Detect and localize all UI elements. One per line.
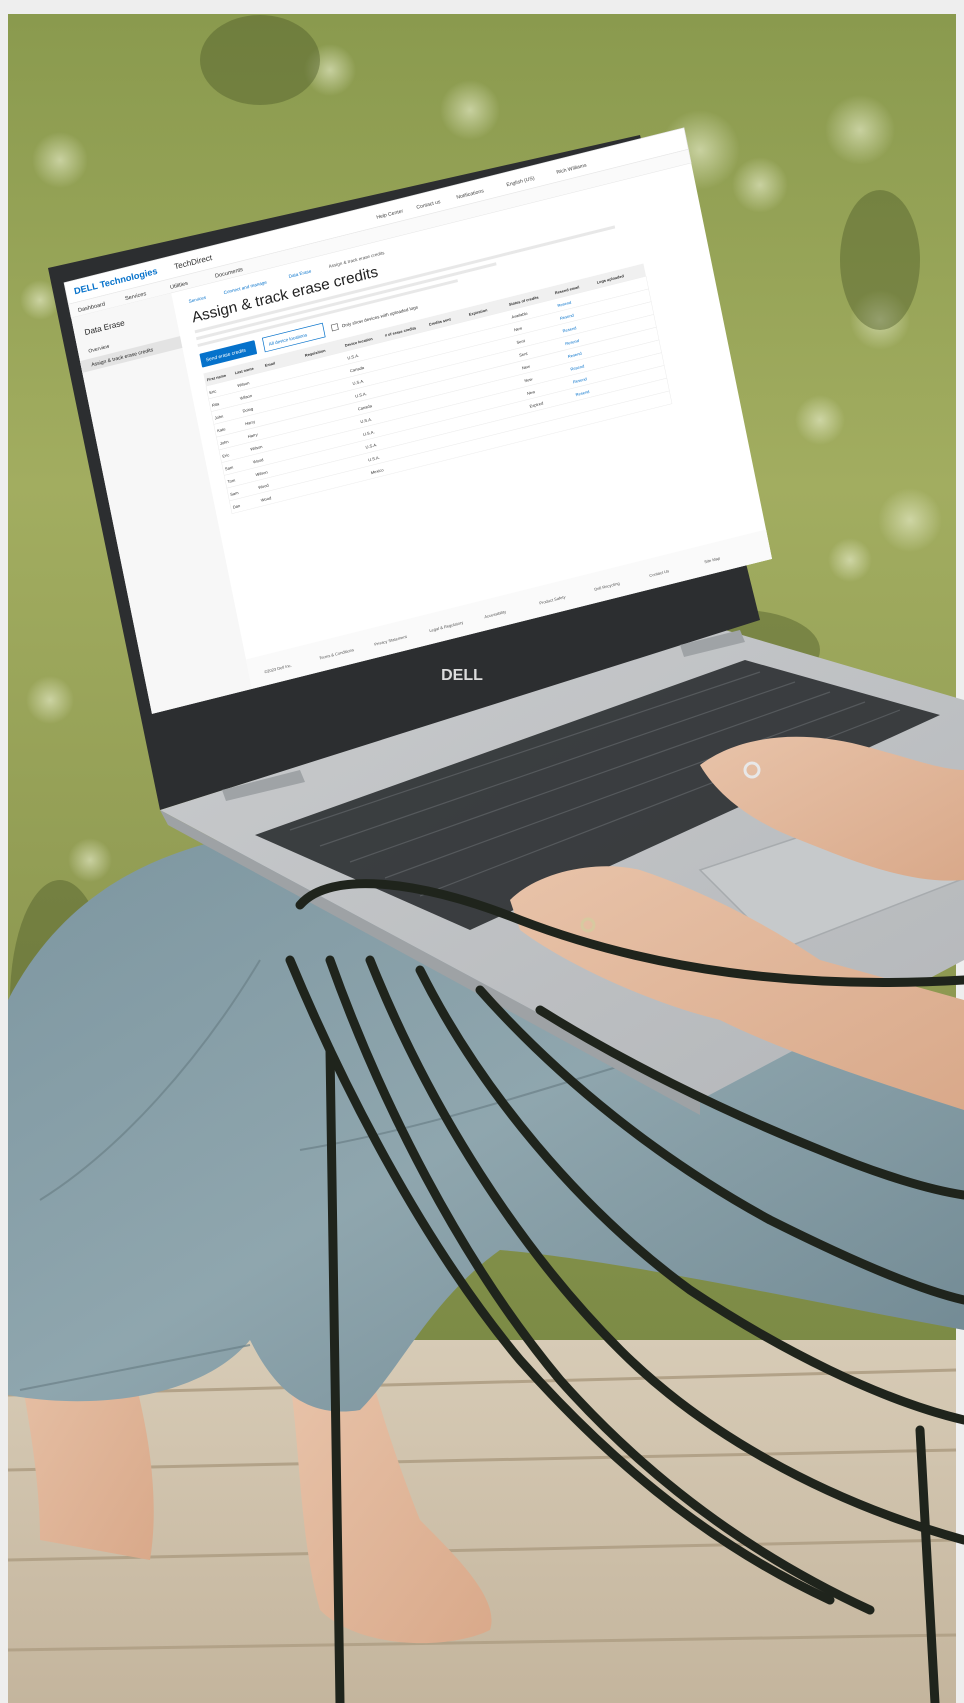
- laptop-dell-logo: DELL: [441, 667, 483, 684]
- photo-scene: DELL Technologies TechDirect Help Center…: [0, 0, 964, 1703]
- logs-checkbox[interactable]: [330, 323, 339, 332]
